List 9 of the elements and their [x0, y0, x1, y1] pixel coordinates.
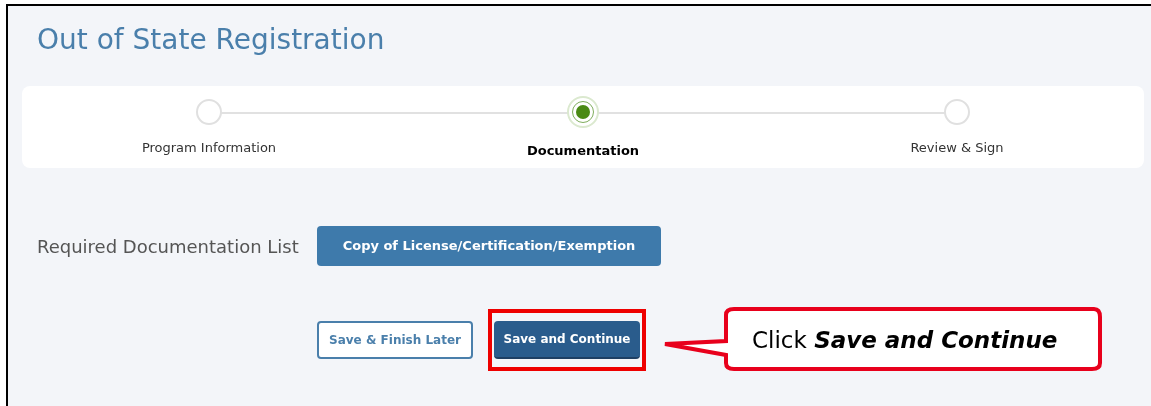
save-continue-button[interactable]: Save and Continue — [494, 321, 640, 359]
step-label: Program Information — [141, 139, 277, 157]
section-label: Required Documentation List — [37, 236, 300, 258]
step-label: Review & Sign — [910, 139, 1004, 157]
document-button[interactable]: Copy of License/Certification/Exemption — [317, 226, 661, 266]
page-title: Out of State Registration — [37, 22, 386, 58]
save-later-button[interactable]: Save & Finish Later — [317, 321, 473, 359]
step-label: Documentation — [526, 142, 640, 160]
callout-text: Click Save and Continue — [752, 325, 1058, 355]
